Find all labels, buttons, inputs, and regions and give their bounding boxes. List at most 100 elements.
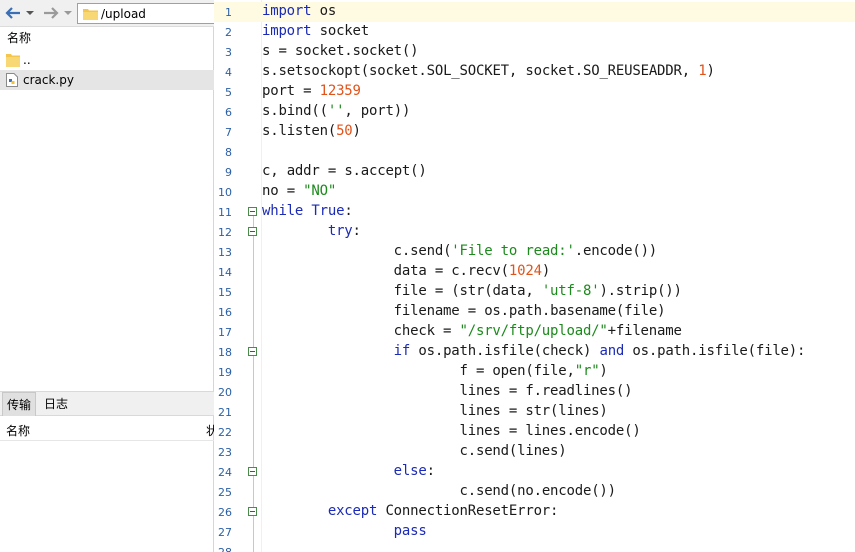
code-text: lines = str(lines) <box>459 403 608 419</box>
code-line[interactable]: 23 c.send(lines) <box>214 442 855 462</box>
transfer-list-header[interactable]: 名称 状 <box>0 417 218 441</box>
forward-arrow-icon[interactable] <box>41 4 61 22</box>
code-text: file = (str(data, 'utf-8').strip()) <box>393 283 682 299</box>
code-text: if os.path.isfile(check) and os.path.isf… <box>393 343 806 359</box>
code-line[interactable]: 15 file = (str(data, 'utf-8').strip()) <box>214 282 855 302</box>
line-number: 17 <box>218 326 232 339</box>
line-number: 28 <box>214 546 232 552</box>
line-number: 4 <box>225 66 232 79</box>
line-number: 10 <box>218 186 232 199</box>
bottom-tab-bar: 传输 日志 <box>0 391 214 416</box>
code-line[interactable]: 8 <box>214 142 855 162</box>
code-text: c.send(lines) <box>459 443 567 459</box>
code-text: c.send(no.encode()) <box>459 483 617 499</box>
code-text: pass <box>393 523 427 539</box>
code-line[interactable]: 20 lines = f.readlines() <box>214 382 855 402</box>
code-line[interactable]: 14 data = c.recv(1024) <box>214 262 855 282</box>
code-text: c.send('File to read:'.encode()) <box>393 243 658 259</box>
code-text: lines = lines.encode() <box>459 423 641 439</box>
line-number: 19 <box>218 366 232 379</box>
line-number: 16 <box>218 306 232 319</box>
folder-icon <box>6 53 20 70</box>
python-file-icon <box>6 73 18 90</box>
line-number: 8 <box>225 146 232 159</box>
code-line[interactable]: 26 except ConnectionResetError: <box>214 502 855 522</box>
line-number: 27 <box>218 526 232 539</box>
line-number: 1 <box>225 6 232 19</box>
code-text: s.listen(50) <box>262 123 361 139</box>
code-text: f = open(file,"r") <box>459 363 608 379</box>
path-input[interactable]: /upload <box>77 3 217 24</box>
file-name: crack.py <box>23 73 74 87</box>
file-list-item[interactable]: .. <box>0 50 214 70</box>
navigation-toolbar: /upload <box>0 0 217 27</box>
code-line[interactable]: 24 else: <box>214 462 855 482</box>
code-line[interactable]: 25 c.send(no.encode()) <box>214 482 855 502</box>
path-text: /upload <box>101 7 146 21</box>
code-line[interactable]: 22 lines = lines.encode() <box>214 422 855 442</box>
line-number: 18 <box>218 346 232 359</box>
code-text: check = "/srv/ftp/upload/"+filename <box>393 323 682 339</box>
code-line[interactable]: 11 while True: <box>214 202 855 222</box>
code-line[interactable]: 7 s.listen(50) <box>214 122 855 142</box>
line-number: 26 <box>218 506 232 519</box>
line-number: 25 <box>218 486 232 499</box>
code-line[interactable]: 28 <box>214 542 855 552</box>
code-text: while True: <box>262 203 353 219</box>
name-column-header: 名称 <box>6 424 31 438</box>
code-text: filename = os.path.basename(file) <box>393 303 666 319</box>
code-line[interactable]: 17 check = "/srv/ftp/upload/"+filename <box>214 322 855 342</box>
code-text: else: <box>393 463 435 479</box>
back-dropdown-icon[interactable] <box>24 4 36 22</box>
line-number: 23 <box>218 446 232 459</box>
code-line[interactable]: 9 c, addr = s.accept() <box>214 162 855 182</box>
line-number: 11 <box>218 206 232 219</box>
code-line[interactable]: 19 f = open(file,"r") <box>214 362 855 382</box>
code-line[interactable]: 21 lines = str(lines) <box>214 402 855 422</box>
line-number: 9 <box>225 166 232 179</box>
code-text: s.setsockopt(socket.SOL_SOCKET, socket.S… <box>262 63 715 79</box>
line-number: 22 <box>218 426 232 439</box>
tab-log[interactable]: 日志 <box>40 392 72 416</box>
code-line[interactable]: 4 s.setsockopt(socket.SOL_SOCKET, socket.… <box>214 62 855 82</box>
code-line[interactable]: 18 if os.path.isfile(check) and os.path.… <box>214 342 855 362</box>
code-line[interactable]: 3 s = socket.socket() <box>214 42 855 62</box>
line-number: 24 <box>218 466 232 479</box>
name-column-header: 名称 <box>7 31 32 45</box>
file-browser-pane: /upload 名称 .. crack.py 传输 日志 名称 状 <box>0 0 218 552</box>
code-area[interactable]: 1 import os 2 import socket 3 s = socket.sock… <box>214 2 855 552</box>
code-text: c, addr = s.accept() <box>262 163 427 179</box>
line-number: 3 <box>225 46 232 59</box>
line-number: 20 <box>218 386 232 399</box>
line-number: 21 <box>218 406 232 419</box>
tab-transfer[interactable]: 传输 <box>2 392 37 416</box>
file-list-header[interactable]: 名称 <box>0 27 214 45</box>
forward-dropdown-icon[interactable] <box>62 4 74 22</box>
line-number: 12 <box>218 226 232 239</box>
code-text: except ConnectionResetError: <box>327 503 559 519</box>
code-line[interactable]: 2 import socket <box>214 22 855 42</box>
code-line[interactable]: 10 no = "NO" <box>214 182 855 202</box>
file-name: .. <box>23 53 31 67</box>
file-list-item[interactable]: crack.py <box>0 70 214 90</box>
code-text: import socket <box>262 23 369 39</box>
code-line[interactable]: 13 c.send('File to read:'.encode()) <box>214 242 855 262</box>
back-arrow-icon[interactable] <box>3 4 23 22</box>
code-text: port = 12359 <box>262 83 361 99</box>
code-text: s.bind(('', port)) <box>262 103 411 119</box>
code-line[interactable]: 5 port = 12359 <box>214 82 855 102</box>
code-text: try: <box>327 223 361 239</box>
code-line[interactable]: 27 pass <box>214 522 855 542</box>
code-line[interactable]: 6 s.bind(('', port)) <box>214 102 855 122</box>
code-text: no = "NO" <box>262 183 337 199</box>
code-text: lines = f.readlines() <box>459 383 633 399</box>
code-line[interactable]: 12 try: <box>214 222 855 242</box>
code-editor[interactable]: 1 import os 2 import socket 3 s = socket.sock… <box>214 0 855 552</box>
code-line[interactable]: 1 import os <box>214 2 855 22</box>
code-line[interactable]: 16 filename = os.path.basename(file) <box>214 302 855 322</box>
line-number: 6 <box>225 106 232 119</box>
code-text: import os <box>262 3 337 19</box>
line-number: 13 <box>218 246 232 259</box>
line-number: 5 <box>225 86 232 99</box>
line-number: 15 <box>218 286 232 299</box>
